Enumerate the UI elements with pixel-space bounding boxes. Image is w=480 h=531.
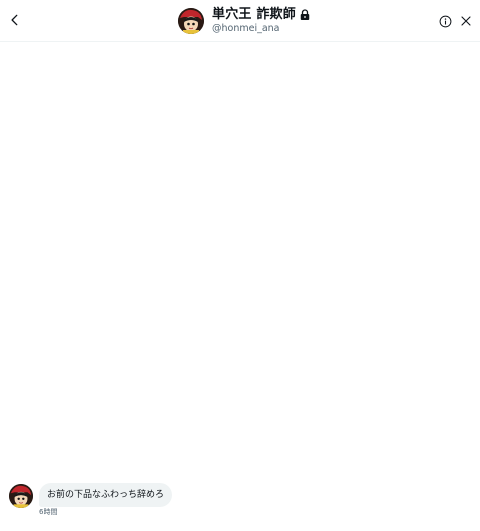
close-button[interactable] [454,9,478,33]
back-button[interactable] [3,8,27,32]
lock-icon [299,9,311,21]
sender-avatar[interactable] [9,484,33,508]
message-list[interactable]: お前の下品なふわっち辞めろ 6時間 [0,43,480,531]
conversation-profile[interactable]: 単穴王 詐欺師 @honmei_ana [178,6,311,36]
message-bubble[interactable]: お前の下品なふわっち辞めろ [39,483,173,507]
info-circle-icon [439,15,452,28]
conversation-header: 単穴王 詐欺師 @honmei_ana [0,0,480,42]
message-timestamp: 6時間 [39,508,58,516]
user-handle: @honmei_ana [212,23,280,35]
chevron-left-icon [8,13,22,27]
display-name: 単穴王 詐欺師 [212,7,296,23]
message-row-received: お前の下品なふわっち辞めろ [9,483,173,508]
close-icon [460,15,472,27]
dm-conversation-window: 単穴王 詐欺師 @honmei_ana お前の下品なふわっち辞めろ 6時間 [0,0,480,531]
avatar[interactable] [178,8,204,34]
